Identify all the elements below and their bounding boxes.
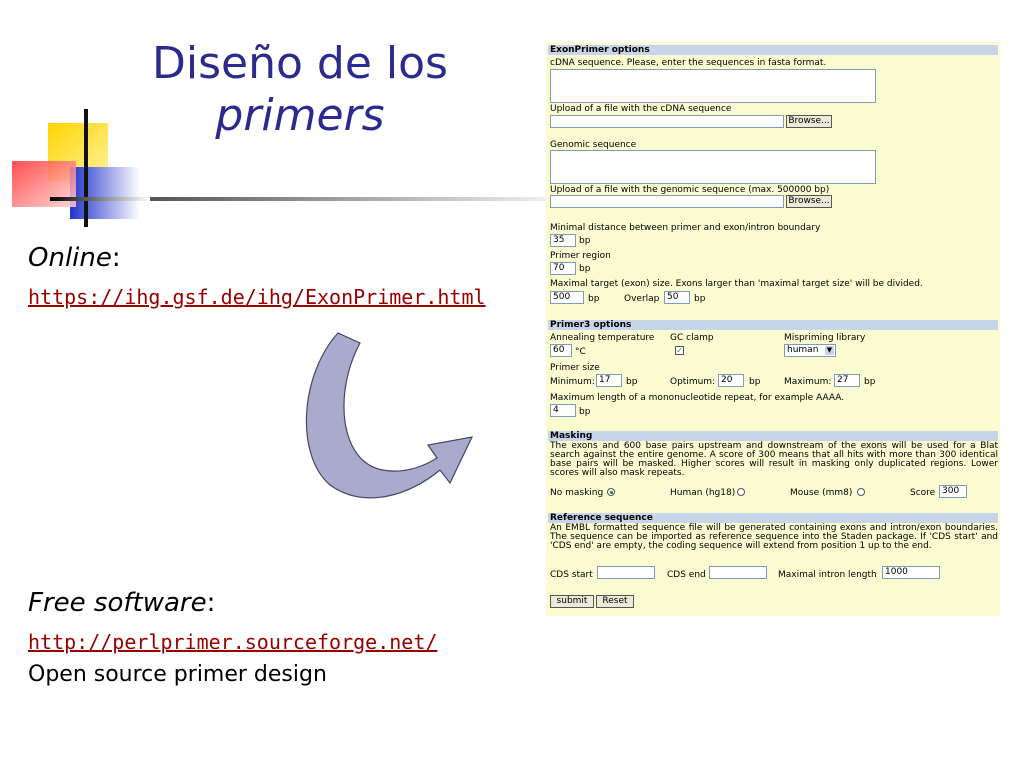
genomic-upload-label: Upload of a file with the genomic sequen…	[550, 185, 830, 195]
chevron-down-icon: ▼	[825, 346, 834, 355]
perlprimer-link[interactable]: http://perlprimer.sourceforge.net/	[28, 630, 437, 654]
bp-unit: bp	[588, 294, 600, 304]
mononucleotide-input[interactable]: 4	[550, 404, 576, 417]
online-colon: :	[111, 243, 121, 273]
gc-clamp-checkbox[interactable]: ✓	[675, 346, 684, 355]
reference-sequence-header: Reference sequence	[548, 513, 998, 523]
reset-button[interactable]: Reset	[596, 595, 634, 608]
exonprimer-options-header: ExonPrimer options	[548, 45, 998, 55]
bp-unit: bp	[864, 377, 876, 387]
maximum-input[interactable]: 27	[834, 374, 860, 387]
mouse-radio[interactable]	[857, 488, 865, 496]
mispriming-value: human	[787, 345, 819, 355]
mouse-label: Mouse (mm8)	[790, 488, 853, 498]
maximum-label: Maximum:	[784, 377, 832, 387]
genomic-file-input[interactable]	[550, 195, 784, 208]
bp-unit: bp	[749, 377, 761, 387]
optimum-input[interactable]: 20	[718, 374, 744, 387]
annealing-input[interactable]: 60	[550, 344, 572, 357]
cdna-browse-button[interactable]: Browse...	[786, 115, 832, 128]
mispriming-select[interactable]: human ▼	[784, 344, 836, 357]
min-distance-label: Minimal distance between primer and exon…	[550, 223, 821, 233]
human-radio[interactable]	[737, 488, 745, 496]
bp-unit: bp	[579, 407, 591, 417]
primer-region-label: Primer region	[550, 251, 611, 261]
mononucleotide-label: Maximum length of a mononucleotide repea…	[550, 393, 845, 403]
title-line-2: primers	[215, 90, 385, 141]
optimum-label: Optimum:	[670, 377, 716, 387]
celsius-unit: °C	[575, 347, 586, 357]
no-masking-radio[interactable]	[607, 488, 615, 496]
cdna-label: cDNA sequence. Please, enter the sequenc…	[550, 58, 827, 68]
min-distance-input[interactable]: 35	[550, 234, 576, 247]
bp-unit: bp	[626, 377, 638, 387]
cds-end-label: CDS end	[667, 570, 706, 580]
exonprimer-form: ExonPrimer options cDNA sequence. Please…	[546, 42, 1000, 616]
cds-start-input[interactable]	[597, 566, 655, 579]
overlap-label: Overlap	[624, 294, 660, 304]
bp-unit: bp	[579, 264, 591, 274]
gc-clamp-label: GC clamp	[670, 333, 714, 343]
bp-unit: bp	[579, 236, 591, 246]
primer-region-input[interactable]: 70	[550, 262, 576, 275]
primer-size-label: Primer size	[550, 363, 600, 373]
bp-unit: bp	[694, 294, 706, 304]
cds-end-input[interactable]	[709, 566, 767, 579]
genomic-browse-button[interactable]: Browse...	[786, 195, 832, 208]
submit-button[interactable]: submit	[550, 595, 594, 608]
title-line-1: Diseño de los	[152, 38, 448, 89]
cdna-upload-label: Upload of a file with the cDNA sequence	[550, 104, 732, 114]
score-input[interactable]: 300	[939, 485, 967, 498]
online-section: Online:	[28, 243, 121, 273]
free-software-description: Open source primer design	[28, 662, 327, 687]
minimum-label: Minimum:	[550, 377, 595, 387]
max-intron-label: Maximal intron length	[778, 570, 877, 580]
mispriming-label: Mispriming library	[784, 333, 866, 343]
primer3-options-header: Primer3 options	[548, 320, 998, 330]
minimum-input[interactable]: 17	[596, 374, 622, 387]
annealing-label: Annealing temperature	[550, 333, 655, 343]
genomic-textarea[interactable]	[550, 150, 876, 184]
cdna-textarea[interactable]	[550, 69, 876, 103]
free-software-label: Free software	[28, 588, 207, 618]
max-target-label: Maximal target (exon) size. Exons larger…	[550, 279, 923, 289]
human-label: Human (hg18)	[670, 488, 736, 498]
reference-description: An EMBL formatted sequence file will be …	[550, 523, 998, 551]
no-masking-label: No masking	[550, 488, 604, 498]
free-colon: :	[206, 588, 216, 618]
curved-arrow-icon	[305, 332, 474, 499]
slide-title: Diseño de los primers	[120, 38, 480, 142]
overlap-input[interactable]: 50	[664, 291, 690, 304]
header-rule	[150, 197, 546, 201]
online-label: Online	[28, 243, 112, 273]
cds-start-label: CDS start	[550, 570, 593, 580]
masking-description: The exons and 600 base pairs upstream an…	[550, 441, 998, 478]
cdna-file-input[interactable]	[550, 115, 784, 128]
score-label: Score	[910, 488, 936, 498]
genomic-label: Genomic sequence	[550, 140, 637, 150]
exonprimer-link[interactable]: https://ihg.gsf.de/ihg/ExonPrimer.html	[28, 285, 486, 309]
max-intron-input[interactable]: 1000	[882, 566, 940, 579]
max-target-input[interactable]: 500	[550, 291, 584, 304]
free-software-section: Free software:	[28, 588, 215, 618]
masking-header: Masking	[548, 431, 998, 441]
